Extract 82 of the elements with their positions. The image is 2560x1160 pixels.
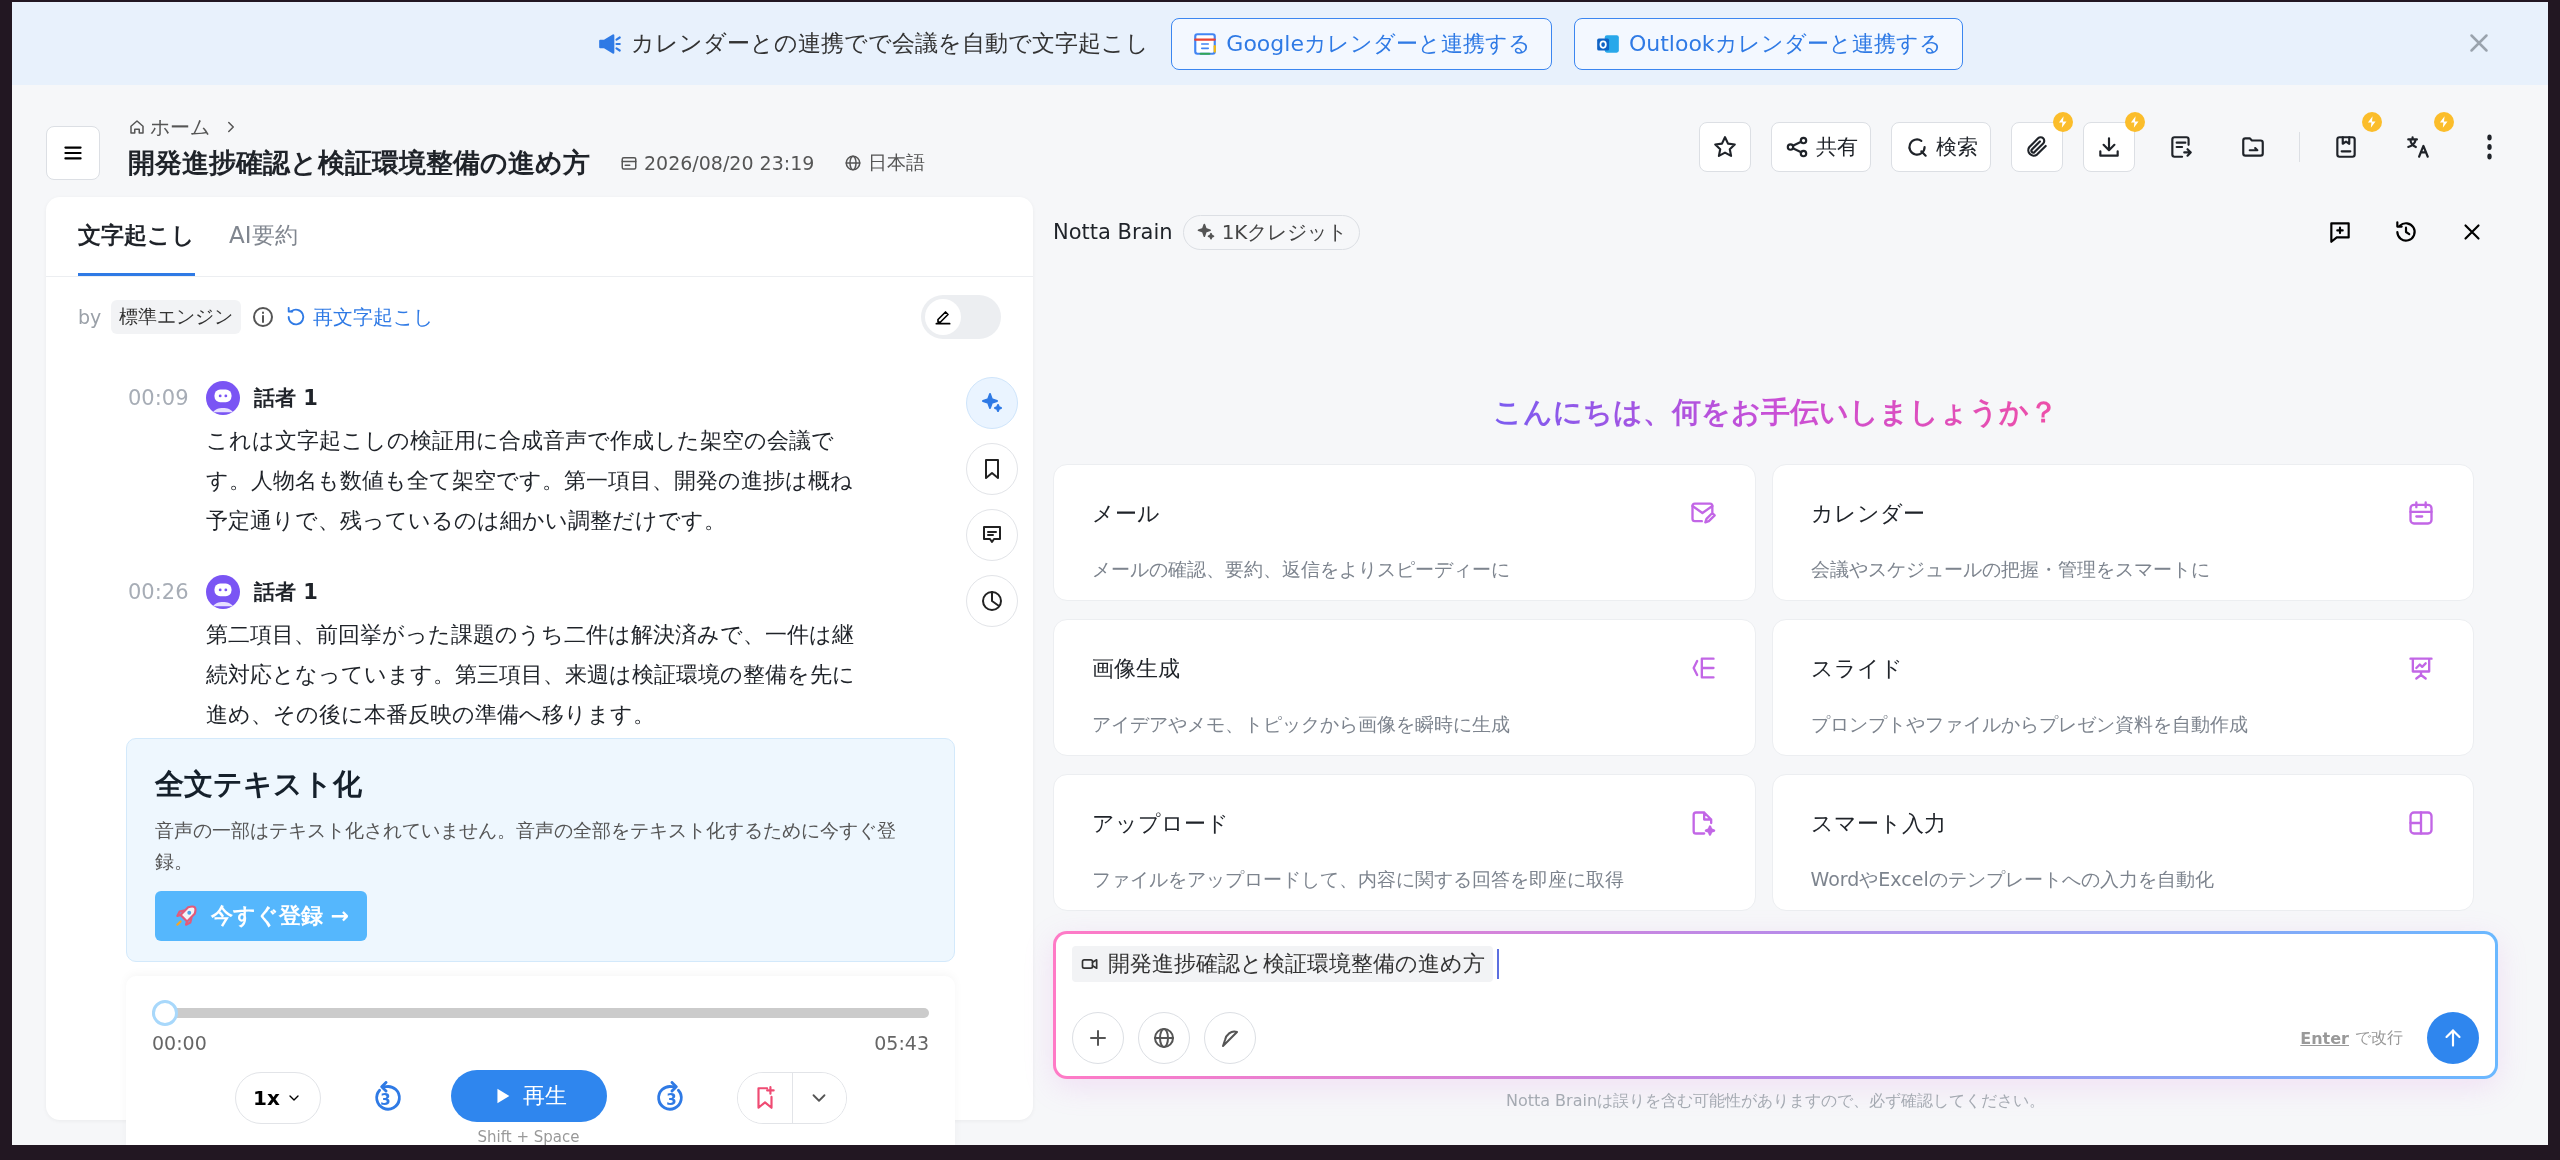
connect-calendar-button[interactable]: Googleカレンダーと連携する (1171, 17, 1552, 70)
total-time: 05:43 (874, 1032, 929, 1054)
newline-hint: で改行 (2355, 1027, 2403, 1049)
progress-slider[interactable] (152, 1000, 929, 1026)
google-calendar-icon (1192, 30, 1219, 57)
suggestion-card[interactable]: 画像生成 アイデアやメモ、トピックから画像を瞬時に生成 (1053, 619, 1756, 756)
tab[interactable]: AI要約 (229, 197, 298, 276)
rocket-icon (173, 903, 199, 929)
share-button[interactable]: 共有 (1771, 122, 1871, 172)
shortcut-hint: Shift + Space (477, 1128, 580, 1145)
document-arrow-icon (2168, 134, 2194, 160)
bookmark-button[interactable] (966, 443, 1018, 495)
meeting-title: 開発進捗確認と検証環境整備の進め方 (128, 145, 590, 180)
promo-title: 全文テキスト化 (155, 766, 363, 803)
history-icon (2393, 219, 2419, 245)
star-button[interactable] (1699, 122, 1751, 172)
more-icon (2485, 134, 2493, 160)
pie-chart-button[interactable] (966, 575, 1018, 627)
progress-thumb[interactable] (152, 1000, 178, 1026)
forward-button[interactable]: 3 (654, 1081, 689, 1115)
ai-sparkle-button[interactable] (966, 377, 1018, 429)
feather-button[interactable] (1204, 1012, 1256, 1064)
globe-icon (844, 153, 863, 172)
share-icon (1784, 134, 1810, 160)
attachment-button[interactable] (2011, 122, 2063, 172)
download-icon (2096, 134, 2122, 160)
calendar-icon (2407, 499, 2435, 527)
by-label: by (78, 306, 102, 328)
download-button[interactable] (2083, 122, 2135, 172)
comment-button[interactable] (966, 509, 1018, 561)
rewind-button[interactable]: 3 (368, 1081, 403, 1115)
send-button[interactable] (2427, 1012, 2479, 1064)
search-button[interactable]: 検索 (1891, 122, 1991, 172)
avatar-icon (206, 575, 240, 609)
web-search-button[interactable] (1138, 1012, 1190, 1064)
disclaimer: Notta Brainは誤りを含む可能性がありますので、必ず確認してください。 (1505, 1091, 2046, 1112)
globe-icon (1152, 1026, 1176, 1050)
star-icon (1712, 134, 1738, 160)
chat-input-field[interactable]: 開発進捗確認と検証環境整備の進め方 Enter で改行 (1053, 931, 2498, 1079)
play-button[interactable]: 再生 (450, 1070, 607, 1122)
speaker-name: 話者 1 (254, 579, 318, 606)
home-link[interactable]: ホーム (128, 113, 210, 141)
message-plus-icon (2327, 219, 2353, 245)
folder-icon (2240, 134, 2266, 160)
suggestion-card[interactable]: スマート入力 WordやExcelのテンプレートへの入力を自動化 (1771, 774, 2474, 911)
avatar-icon (206, 381, 240, 415)
assistant-name: Notta Brain (1053, 220, 1173, 244)
notebook-icon (2333, 134, 2359, 160)
context-chip[interactable]: 開発進捗確認と検証環境整備の進め方 (1072, 946, 1493, 982)
edit-toggle[interactable] (921, 295, 1001, 339)
promo-text: 音声の一部はテキスト化されていません。音声の全部をテキスト化するために今すぐ登録。 (155, 818, 897, 874)
current-time: 00:00 (152, 1032, 207, 1054)
suggestion-card[interactable]: アップロード ファイルをアップロードして、内容に関する回答を即座に取得 (1053, 774, 1756, 911)
banner-text: カレンダーとの連携でで会議を自動で文字起こし (631, 29, 1150, 58)
meeting-date: 2026/08/20 23:19 (644, 151, 815, 174)
transcript-text: 第二項目、前回挙がった課題のうち二件は解決済みで、一件は継続対応となっています。第三項目、来週は検証環境の整備を先に進め、その後に本番反映の準備へ移ります。 (206, 621, 856, 729)
connect-calendar-button[interactable]: Outlookカレンダーと連携する (1573, 17, 1963, 70)
speaker-name: 話者 1 (254, 385, 318, 412)
sparkle-icon (1195, 222, 1216, 242)
text-cursor (1497, 949, 1499, 979)
home-icon (128, 118, 146, 136)
info-icon (251, 305, 276, 329)
language-label: 日本語 (868, 149, 926, 175)
layout-icon (2407, 809, 2435, 837)
sparkle-icon (980, 391, 1004, 415)
credit-chip: 1Kクレジット (1182, 214, 1361, 250)
transcript-text: これは文字起こしの検証用に合成音声で作成した架空の会議です。人物名も数値も全て架空です。第一項目、開発の進捗は概ね予定通りで、残っているのは細かい調整だけです。 (206, 427, 854, 535)
add-button[interactable] (1072, 1012, 1124, 1064)
retranscribe-link[interactable]: 再文字起こし (285, 303, 434, 331)
speed-button[interactable]: 1x (234, 1072, 321, 1124)
timestamp: 00:26 (128, 580, 190, 604)
enter-key-label: Enter (2300, 1028, 2349, 1048)
tab[interactable]: 文字起こし (78, 197, 195, 276)
pie-chart-icon (980, 589, 1004, 613)
suggestion-card[interactable]: カレンダー 会議やスケジュールの把握・管理をスマートに (1771, 464, 2474, 601)
translate-icon (2405, 134, 2431, 160)
suggestion-card[interactable]: メール メールの確認、要約、返信をよりスピーディーに (1053, 464, 1756, 601)
suggestion-card[interactable]: スライド プロンプトやファイルからプレゼン資料を自動作成 (1771, 619, 2474, 756)
engine-tag: 標準エンジン (111, 300, 242, 334)
menu-button[interactable] (46, 126, 100, 180)
timestamp: 00:09 (128, 386, 190, 410)
paperclip-icon (2024, 134, 2050, 160)
